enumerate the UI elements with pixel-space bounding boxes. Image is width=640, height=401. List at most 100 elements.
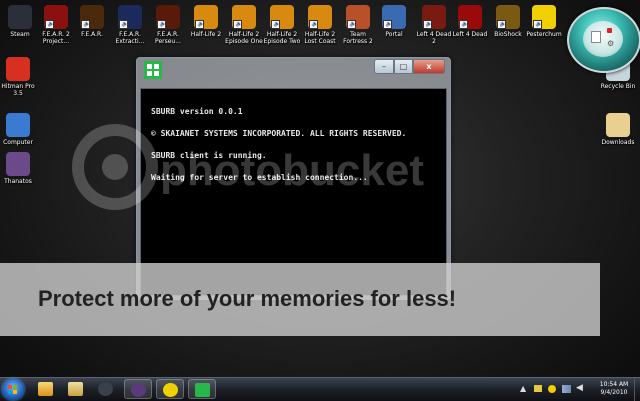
steam-icon <box>8 5 32 29</box>
desktop-gadget[interactable]: ⚙ <box>567 7 640 73</box>
minimize-button[interactable]: – <box>374 59 394 74</box>
bioshock-icon: ↗ <box>496 5 520 29</box>
desktop-icon-label: Team Fortress 2 <box>343 31 373 45</box>
desktop-icon-label: Left 4 Dead <box>452 31 488 38</box>
photobucket-logo-icon <box>72 124 158 210</box>
folder-icon <box>68 382 83 396</box>
desktop-icon-pesterchum[interactable]: ↗ Pesterchum <box>524 5 564 38</box>
close-button[interactable]: x <box>413 59 445 74</box>
taskbar-thanatos[interactable] <box>124 379 152 399</box>
desktop-icon-f-e-a-r[interactable]: ↗ F.E.A.R. <box>72 5 112 38</box>
desktop-icon-computer[interactable]: Computer <box>0 113 38 146</box>
desktop-icon-bioshock[interactable]: ↗ BioShock <box>488 5 528 38</box>
desktop-icon-f-e-a-r-2-project[interactable]: ↗ F.E.A.R. 2 Project... <box>36 5 76 45</box>
desktop-icon-label: Half-Life 2 Episode Two <box>263 31 301 45</box>
left-4-dead-2-icon: ↗ <box>422 5 446 29</box>
shortcut-arrow-icon: ↗ <box>533 20 542 29</box>
show-hidden-icons-icon[interactable]: ▲ <box>520 384 526 393</box>
desktop-icon-label: Steam <box>10 31 30 38</box>
desktop-icon-label: F.E.A.R. <box>81 31 103 38</box>
desktop-icon-thanatos[interactable]: Thanatos <box>0 152 38 185</box>
shortcut-arrow-icon: ↗ <box>45 20 54 29</box>
steam-icon <box>98 382 113 396</box>
shortcut-arrow-icon: ↗ <box>157 20 166 29</box>
taskbar-steam[interactable] <box>92 379 120 399</box>
gadget-face <box>583 21 623 57</box>
tray-folder-icon[interactable] <box>534 385 542 392</box>
desktop-icon-half-life-2-episode-two[interactable]: ↗ Half-Life 2 Episode Two <box>262 5 302 45</box>
downloads-icon <box>606 113 630 137</box>
clock-date: 9/4/2010 <box>600 389 628 396</box>
shortcut-arrow-icon: ↗ <box>195 20 204 29</box>
gadget-close-icon[interactable] <box>607 28 612 33</box>
shortcut-arrow-icon: ↗ <box>271 20 280 29</box>
shortcut-arrow-icon: ↗ <box>347 20 356 29</box>
half-life-2-episode-two-icon: ↗ <box>270 5 294 29</box>
window-controls: – □ x <box>374 59 445 74</box>
shortcut-arrow-icon: ↗ <box>423 20 432 29</box>
gadget-settings-icon[interactable]: ⚙ <box>607 39 614 48</box>
volume-icon[interactable]: ◀ <box>576 383 583 393</box>
desktop-icon-label: Recycle Bin <box>600 83 636 90</box>
desktop-icon-label: Portal <box>385 31 403 38</box>
left-4-dead-icon: ↗ <box>458 5 482 29</box>
shortcut-arrow-icon: ↗ <box>81 20 90 29</box>
network-icon[interactable] <box>562 385 571 393</box>
gadget-page-icon <box>591 31 601 43</box>
taskbar-clock[interactable]: 10:54 AM 9/4/2010 <box>592 381 636 397</box>
window-titlebar[interactable]: – □ x <box>137 58 450 88</box>
hitman-pro-3-5-icon <box>6 57 30 81</box>
desktop-icon-left-4-dead-2[interactable]: ↗ Left 4 Dead 2 <box>414 5 454 45</box>
desktop-icon-left-4-dead[interactable]: ↗ Left 4 Dead <box>450 5 490 38</box>
taskbar: ▲ ◀ 10:54 AM 9/4/2010 <box>0 377 640 401</box>
desktop-icon-portal[interactable]: ↗ Portal <box>374 5 414 38</box>
clock-time: 10:54 AM <box>599 381 629 388</box>
shortcut-arrow-icon: ↗ <box>459 20 468 29</box>
maximize-button[interactable]: □ <box>394 59 413 74</box>
shortcut-arrow-icon: ↗ <box>309 20 318 29</box>
portal-icon: ↗ <box>382 5 406 29</box>
desktop-icon-label: Half-Life 2 Lost Coast <box>304 31 336 45</box>
desktop-icon-label: F.E.A.R. Perseu... <box>155 31 181 45</box>
desktop-icon-half-life-2-lost-coast[interactable]: ↗ Half-Life 2 Lost Coast <box>300 5 340 45</box>
sburb-icon <box>195 383 210 397</box>
desktop-icon-f-e-a-r-extracti[interactable]: ↗ F.E.A.R. Extracti... <box>110 5 150 45</box>
half-life-2-episode-one-icon: ↗ <box>232 5 256 29</box>
desktop-icon-f-e-a-r-perseu[interactable]: ↗ F.E.A.R. Perseu... <box>148 5 188 45</box>
desktop-icon-label: Computer <box>3 139 33 146</box>
console-line: © SKAIANET SYSTEMS INCORPORATED. ALL RIG… <box>151 129 407 138</box>
desktop-icon-half-life-2[interactable]: ↗ Half-Life 2 <box>186 5 226 38</box>
desktop-icon-label: Pesterchum <box>526 31 562 38</box>
desktop-icon-label: Hitman Pro 3.5 <box>1 83 35 97</box>
taskbar-explorer[interactable] <box>62 379 90 399</box>
show-desktop-button[interactable] <box>634 378 640 401</box>
half-life-2-lost-coast-icon: ↗ <box>308 5 332 29</box>
media-player-icon <box>38 382 53 396</box>
watermark-text: photobucket <box>160 146 424 195</box>
desktop-icon-half-life-2-episode-one[interactable]: ↗ Half-Life 2 Episode One <box>224 5 264 45</box>
desktop-icon-team-fortress-2[interactable]: ↗ Team Fortress 2 <box>338 5 378 45</box>
tray-app-icon[interactable] <box>548 385 556 393</box>
team-fortress-2-icon: ↗ <box>346 5 370 29</box>
desktop-icon-steam[interactable]: Steam <box>0 5 40 38</box>
desktop-icon-downloads[interactable]: Downloads <box>598 113 638 146</box>
pesterchum-icon <box>163 383 178 397</box>
desktop-icon-label: F.E.A.R. Extracti... <box>115 31 145 45</box>
shortcut-arrow-icon: ↗ <box>119 20 128 29</box>
taskbar-pesterchum[interactable] <box>156 379 184 399</box>
watermark-banner: Protect more of your memories for less! <box>0 263 600 336</box>
sburb-app-icon[interactable] <box>144 61 162 79</box>
windows-logo-icon <box>8 385 18 394</box>
shortcut-arrow-icon: ↗ <box>233 20 242 29</box>
desktop-icon-label: Thanatos <box>4 178 32 185</box>
start-button[interactable] <box>2 379 24 400</box>
shortcut-arrow-icon: ↗ <box>383 20 392 29</box>
thanatos-icon <box>6 152 30 176</box>
thanatos-icon <box>131 383 146 397</box>
desktop-icon-label: Downloads <box>601 139 635 146</box>
desktop-icon-hitman-pro-3-5[interactable]: Hitman Pro 3.5 <box>0 57 38 97</box>
taskbar-sburb[interactable] <box>188 379 216 399</box>
taskbar-media-player[interactable] <box>32 379 60 399</box>
desktop-icon-label: Half-Life 2 Episode One <box>225 31 263 45</box>
desktop-icon-label: BioShock <box>494 31 522 38</box>
